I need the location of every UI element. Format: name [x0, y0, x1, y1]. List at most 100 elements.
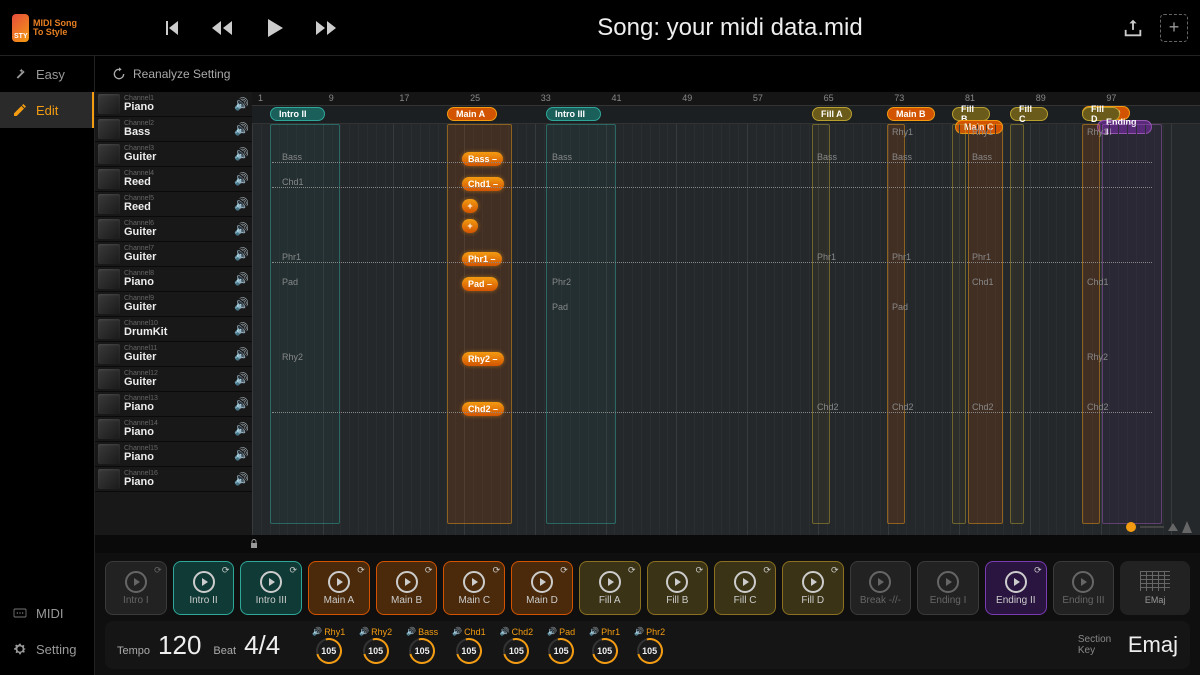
section-region[interactable]	[1010, 124, 1024, 524]
volume-icon[interactable]: 🔊	[234, 422, 248, 436]
section-region[interactable]	[1082, 124, 1100, 524]
knob-dial[interactable]: 105	[316, 638, 342, 664]
section-button[interactable]: ⟳ Main A	[308, 561, 370, 615]
volume-icon[interactable]: 🔊	[234, 222, 248, 236]
knob-dial[interactable]: 105	[592, 638, 618, 664]
reanalyze-button[interactable]: Reanalyze Setting	[95, 56, 1200, 92]
section-button[interactable]: ⟳ Fill D	[782, 561, 844, 615]
section-pill[interactable]: Main B	[887, 107, 935, 121]
section-button[interactable]: ⟳ Intro I	[105, 561, 167, 615]
track-row[interactable]: Channel7 Guiter 🔊	[95, 242, 252, 267]
section-pill[interactable]: Fill B	[952, 107, 990, 121]
rewind-icon[interactable]	[210, 18, 234, 38]
beat[interactable]: Beat 4/4	[213, 630, 280, 661]
section-button[interactable]: ⟳ Fill C	[714, 561, 776, 615]
section-pill[interactable]: Intro II	[270, 107, 325, 121]
skip-start-icon[interactable]	[162, 18, 182, 38]
track-row[interactable]: Channel16 Piano 🔊	[95, 467, 252, 492]
volume-icon[interactable]: 🔊	[234, 272, 248, 286]
volume-icon[interactable]: 🔊	[234, 122, 248, 136]
track-row[interactable]: Channel12 Guiter 🔊	[95, 367, 252, 392]
knob-dial[interactable]: 105	[409, 638, 435, 664]
timeline[interactable]: 191725334149576573818997 Intro II Main A I…	[252, 92, 1200, 535]
section-pill[interactable]: Main A	[447, 107, 497, 121]
track-row[interactable]: Channel14 Piano 🔊	[95, 417, 252, 442]
mode-tab-easy[interactable]: Easy	[0, 56, 94, 92]
volume-icon[interactable]: 🔊	[234, 197, 248, 211]
zoom-out-icon[interactable]	[1168, 523, 1178, 531]
volume-icon[interactable]: 🔊	[234, 397, 248, 411]
track-row[interactable]: Channel8 Piano 🔊	[95, 267, 252, 292]
volume-icon[interactable]: 🔊	[234, 247, 248, 261]
volume-icon[interactable]: 🔊	[234, 347, 248, 361]
knob-dial[interactable]: 105	[363, 638, 389, 664]
section-region[interactable]	[952, 124, 966, 524]
section-region[interactable]	[968, 124, 1003, 524]
fast-forward-icon[interactable]	[314, 18, 338, 38]
volume-icon[interactable]: 🔊	[234, 172, 248, 186]
track-row[interactable]: Channel15 Piano 🔊	[95, 442, 252, 467]
section-button[interactable]: ⟳ Main C	[443, 561, 505, 615]
volume-icon[interactable]: 🔊	[234, 297, 248, 311]
section-button[interactable]: Break -//-	[850, 561, 912, 615]
section-button[interactable]: Ending I	[917, 561, 979, 615]
track-row[interactable]: Channel3 Guiter 🔊	[95, 142, 252, 167]
ruler[interactable]: 191725334149576573818997	[252, 92, 1200, 106]
volume-icon[interactable]: 🔊	[234, 372, 248, 386]
knob[interactable]: Chd2 105	[500, 627, 533, 664]
section-button[interactable]: ⟳ Intro III	[240, 561, 302, 615]
mode-tab-setting[interactable]: Setting	[0, 631, 94, 667]
knob[interactable]: Chd1 105	[452, 627, 485, 664]
track-row[interactable]: Channel1 Piano 🔊	[95, 92, 252, 117]
part-pill[interactable]: Pad –	[462, 277, 498, 291]
track-row[interactable]: Channel6 Guiter 🔊	[95, 217, 252, 242]
knob[interactable]: Rhy1 105	[312, 627, 345, 664]
section-button[interactable]: Ending III	[1053, 561, 1115, 615]
volume-icon[interactable]: 🔊	[234, 472, 248, 486]
section-button[interactable]: ⟳ Ending II	[985, 561, 1047, 615]
part-pill[interactable]: Rhy2 –	[462, 352, 504, 366]
section-button[interactable]: ⟳ Intro II	[173, 561, 235, 615]
volume-icon[interactable]: 🔊	[234, 97, 248, 111]
section-region[interactable]	[546, 124, 616, 524]
knob-dial[interactable]: 105	[548, 638, 574, 664]
part-pill[interactable]: Chd1 –	[462, 177, 504, 191]
part-pill[interactable]: Bass –	[462, 152, 503, 166]
zoom-controls[interactable]	[1126, 521, 1192, 533]
section-button[interactable]: ⟳ Fill A	[579, 561, 641, 615]
section-region[interactable]	[887, 124, 905, 524]
section-region[interactable]	[812, 124, 830, 524]
volume-icon[interactable]: 🔊	[234, 147, 248, 161]
knob-dial[interactable]: 105	[503, 638, 529, 664]
part-pill[interactable]: +	[462, 219, 478, 233]
knob[interactable]: Pad 105	[547, 627, 575, 664]
track-row[interactable]: Channel10 DrumKit 🔊	[95, 317, 252, 342]
section-button[interactable]: ⟳ Main D	[511, 561, 573, 615]
play-icon[interactable]	[262, 16, 286, 40]
chord-preview[interactable]: EMaj	[1120, 561, 1190, 615]
section-region[interactable]	[270, 124, 340, 524]
part-pill[interactable]: +	[462, 199, 478, 213]
zoom-in-icon[interactable]	[1182, 521, 1192, 533]
knob[interactable]: Phr2 105	[634, 627, 665, 664]
knob[interactable]: Bass 105	[406, 627, 438, 664]
tempo[interactable]: Tempo 120	[117, 630, 201, 661]
lock-icon[interactable]	[248, 538, 260, 550]
part-pill[interactable]: Phr1 –	[462, 252, 502, 266]
track-row[interactable]: Channel13 Piano 🔊	[95, 392, 252, 417]
export-icon[interactable]	[1122, 17, 1144, 39]
section-pill[interactable]: Intro III	[546, 107, 601, 121]
volume-icon[interactable]: 🔊	[234, 447, 248, 461]
mode-tab-midi[interactable]: MIDI	[0, 595, 94, 631]
section-key[interactable]: Section Key Emaj	[1078, 632, 1178, 658]
grid-body[interactable]: Bass –Chd1 –++Phr1 –Pad –Rhy2 –Chd2 –Bas…	[252, 124, 1200, 535]
knob-dial[interactable]: 105	[637, 638, 663, 664]
section-button[interactable]: ⟳ Main B	[376, 561, 438, 615]
track-row[interactable]: Channel2 Bass 🔊	[95, 117, 252, 142]
volume-icon[interactable]: 🔊	[234, 322, 248, 336]
section-region[interactable]	[1102, 124, 1162, 524]
knob[interactable]: Rhy2 105	[359, 627, 392, 664]
mode-tab-edit[interactable]: Edit	[0, 92, 94, 128]
section-button[interactable]: ⟳ Fill B	[647, 561, 709, 615]
add-button[interactable]: +	[1160, 14, 1188, 42]
